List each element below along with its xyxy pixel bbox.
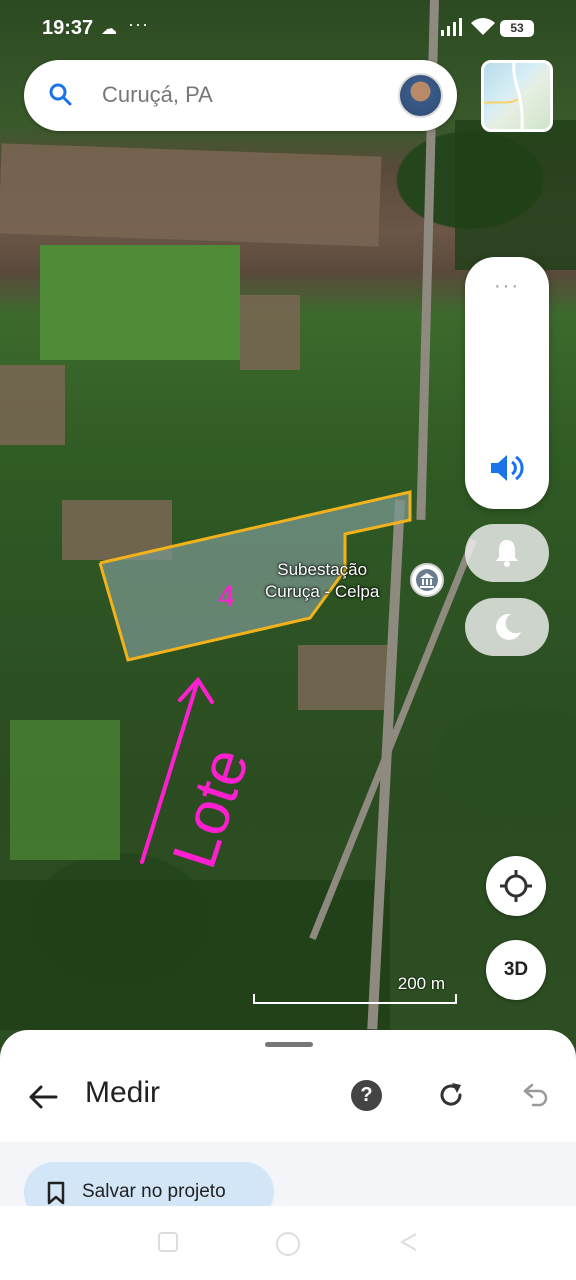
battery-indicator: 53 bbox=[500, 20, 534, 37]
my-location-icon bbox=[500, 870, 532, 902]
wifi-icon bbox=[471, 18, 495, 35]
poi-name-line2: Curuça - Celpa bbox=[265, 582, 380, 601]
3d-view-button[interactable]: 3D bbox=[486, 940, 546, 1000]
search-input[interactable]: Curuçá, PA bbox=[102, 82, 213, 108]
drag-handle[interactable] bbox=[265, 1042, 313, 1047]
speaker-icon[interactable] bbox=[489, 453, 525, 483]
map-scale: 200 m bbox=[253, 974, 457, 1004]
map-layers-button[interactable] bbox=[481, 60, 553, 132]
my-location-button[interactable] bbox=[486, 856, 546, 916]
annotation-number: 4 bbox=[218, 580, 235, 613]
map-thumbnail-icon bbox=[484, 63, 524, 129]
search-icon[interactable] bbox=[48, 82, 74, 108]
help-icon[interactable]: ? bbox=[351, 1080, 382, 1111]
back-nav-icon[interactable] bbox=[396, 1230, 420, 1254]
cloud-icon: ☁ bbox=[101, 21, 117, 38]
sheet-title: Medir bbox=[85, 1076, 161, 1109]
system-navigation-bar bbox=[0, 1206, 576, 1280]
volume-more-icon[interactable]: ··· bbox=[465, 275, 549, 298]
redo-icon[interactable] bbox=[436, 1080, 466, 1110]
home-icon[interactable] bbox=[274, 1230, 302, 1258]
clock: 19:37 bbox=[42, 17, 94, 39]
undo-icon[interactable] bbox=[520, 1080, 550, 1110]
government-building-pin[interactable] bbox=[410, 563, 444, 597]
poi-label[interactable]: Subestação Curuça - Celpa bbox=[265, 559, 379, 603]
bell-icon bbox=[496, 540, 518, 567]
signal-icon bbox=[441, 18, 462, 36]
scale-bar bbox=[253, 994, 457, 1004]
save-to-project-label: Salvar no projeto bbox=[82, 1181, 226, 1202]
scale-label: 200 m bbox=[397, 974, 445, 993]
more-notifications-icon: ··· bbox=[128, 14, 149, 34]
do-not-disturb-button[interactable] bbox=[465, 598, 549, 656]
poi-name-line1: Subestação bbox=[277, 560, 368, 579]
avatar[interactable] bbox=[398, 73, 443, 118]
ring-mode-button[interactable] bbox=[465, 524, 549, 582]
bookmark-icon bbox=[47, 1181, 65, 1205]
recents-icon[interactable] bbox=[156, 1230, 180, 1254]
status-bar: 19:37 ☁ ··· 53 bbox=[0, 0, 576, 56]
search-bar[interactable]: Curuçá, PA bbox=[24, 60, 457, 131]
volume-panel[interactable]: ··· bbox=[465, 257, 549, 509]
moon-icon bbox=[496, 613, 521, 640]
back-arrow-icon[interactable] bbox=[26, 1080, 60, 1114]
building-icon bbox=[416, 569, 438, 591]
